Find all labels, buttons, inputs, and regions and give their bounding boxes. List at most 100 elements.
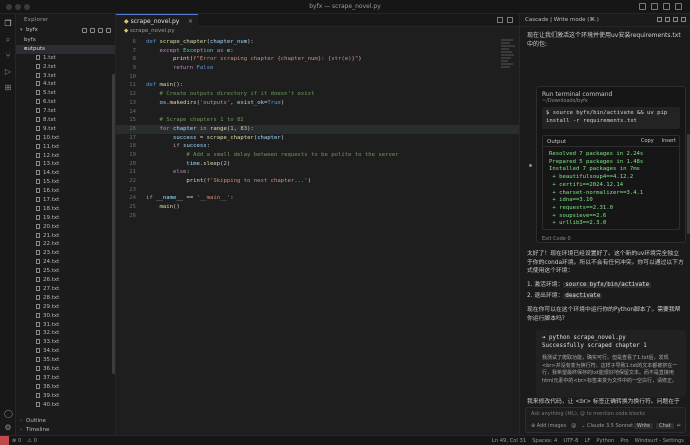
file-item[interactable]: 13.txt [16,160,115,169]
model-selector[interactable]: ⌄ Claude 3.5 Sonnet [581,423,633,429]
file-item[interactable]: 40.txt [16,401,115,410]
write-mode-button[interactable]: Write [633,423,654,429]
tab-bar: ◆ scrape_novel.py × [116,14,519,27]
file-item[interactable]: 26.txt [16,276,115,285]
split-editor-icon[interactable] [497,17,503,23]
close-panel-icon[interactable] [681,17,686,22]
more-actions-icon[interactable] [507,17,513,23]
tab-scrape-novel[interactable]: ◆ scrape_novel.py × [116,14,198,27]
customize-layout-icon[interactable] [675,3,682,10]
collapse-all-icon[interactable] [106,28,111,33]
status-item[interactable]: UTF-8 [563,438,578,444]
chat-mode-button[interactable]: Chat [656,423,674,429]
assistant-paragraph: 太好了！现在环境已经设置好了。这个新的uv环境完全独立于你的conda环境。所以… [527,251,684,275]
send-icon[interactable]: ↵ [677,423,681,429]
file-item[interactable]: 39.txt [16,392,115,401]
output-lines: Resolved 7 packages in 2.24s Prepared 5 p… [543,147,679,228]
file-item[interactable]: 37.txt [16,374,115,383]
new-chat-icon[interactable] [657,17,662,22]
explorer-header: Explorer [24,17,49,23]
file-item[interactable]: 30.txt [16,312,115,321]
more-icon[interactable] [673,17,678,22]
file-item[interactable]: 3.txt [16,72,115,81]
folder-outputs[interactable]: ▾outputs [16,44,115,54]
status-item[interactable]: Spaces: 4 [532,438,557,444]
status-item[interactable]: Pro [620,438,628,444]
run-debug-icon[interactable]: ▷ [4,68,12,76]
search-icon[interactable]: ⌕ [4,36,12,44]
errors-count[interactable]: ⊗ 0 [12,438,21,444]
toggle-panel-icon[interactable] [651,3,658,10]
toggle-sidebar-icon[interactable] [639,3,646,10]
close-tab-icon[interactable]: × [188,18,193,25]
history-icon[interactable] [665,17,670,22]
file-item[interactable]: 29.txt [16,303,115,312]
file-item[interactable]: 36.txt [16,365,115,374]
file-item[interactable]: 22.txt [16,240,115,249]
file-item[interactable]: 10.txt [16,134,115,143]
file-item[interactable]: 14.txt [16,169,115,178]
file-item[interactable]: 24.txt [16,258,115,267]
status-item[interactable]: LF [584,438,590,444]
minimap[interactable] [499,38,519,118]
add-images-button[interactable]: ⊕ Add images [531,423,566,429]
file-item[interactable]: 12.txt [16,152,115,161]
sidebar-scrollbar[interactable] [112,74,115,374]
insert-output-button[interactable]: Insert [662,138,676,144]
remote-indicator[interactable] [0,436,9,445]
file-item[interactable]: 21.txt [16,232,115,241]
file-item[interactable]: 31.txt [16,321,115,330]
code-line: 14 [129,108,136,115]
timeline-section[interactable]: › Timeline [20,427,49,433]
file-item[interactable]: 1.txt [16,54,115,63]
new-folder-icon[interactable] [90,28,95,33]
file-item[interactable]: 4.txt [16,80,115,89]
explorer-sidebar: Explorer ▾ byfx ›byfx ▾outputs 1.txt 2.txt 3.… [16,14,116,435]
explorer-icon[interactable]: ❐ [4,20,12,28]
file-item[interactable]: 35.txt [16,356,115,365]
status-item[interactable]: Windsurf - Settings [635,438,684,444]
file-item[interactable]: 27.txt [16,285,115,294]
file-item[interactable]: 11.txt [16,143,115,152]
file-item[interactable]: 6.txt [16,98,115,107]
new-file-icon[interactable] [82,28,87,33]
warnings-count[interactable]: ⚠ 0 [27,438,37,444]
breadcrumb[interactable]: ◆ scrape_novel.py [116,27,519,36]
file-item[interactable]: 2.txt [16,63,115,72]
file-item[interactable]: 23.txt [16,249,115,258]
source-control-icon[interactable]: ⑂ [4,52,12,60]
file-item[interactable]: 5.txt [16,89,115,98]
chat-input[interactable]: Ask anything (⌘L), @ to mention code blo… [525,407,686,433]
file-item[interactable]: 8.txt [16,116,115,125]
file-item[interactable]: 34.txt [16,347,115,356]
settings-gear-icon[interactable]: ⚙ [4,424,12,432]
file-item[interactable]: 33.txt [16,338,115,347]
file-item[interactable]: 15.txt [16,178,115,187]
file-item[interactable]: 38.txt [16,383,115,392]
file-item[interactable]: 7.txt [16,107,115,116]
refresh-icon[interactable] [98,28,103,33]
file-item[interactable]: 28.txt [16,294,115,303]
code-line: 16 for chapter in range(1, 83): [116,124,519,134]
file-item[interactable]: 20.txt [16,223,115,232]
toggle-secondary-sidebar-icon[interactable] [663,3,670,10]
file-item[interactable]: 19.txt [16,214,115,223]
account-icon[interactable]: ◯ [4,410,13,418]
output-line: + beautifulsoup4==4.12.2 [549,174,634,181]
file-item[interactable]: 16.txt [16,187,115,196]
code-editor[interactable]: 6 def scrape_chapter(chapter_num): 7 exce… [116,38,519,220]
output-line: + certifi==2024.12.14 [549,181,624,188]
workspace-root[interactable]: ▾ byfx [16,27,115,36]
folder-byfx[interactable]: ›byfx [16,36,115,45]
outline-section[interactable]: › Outline [20,418,46,424]
status-item[interactable]: Ln 49, Col 31 [492,438,526,444]
file-item[interactable]: 32.txt [16,329,115,338]
extensions-icon[interactable]: ⊞ [4,84,12,92]
file-item[interactable]: 25.txt [16,267,115,276]
mention-icon[interactable]: @ [571,423,576,429]
file-item[interactable]: 17.txt [16,196,115,205]
file-item[interactable]: 18.txt [16,205,115,214]
file-item[interactable]: 9.txt [16,125,115,134]
copy-output-button[interactable]: Copy [641,138,654,144]
status-item[interactable]: Python [596,438,614,444]
